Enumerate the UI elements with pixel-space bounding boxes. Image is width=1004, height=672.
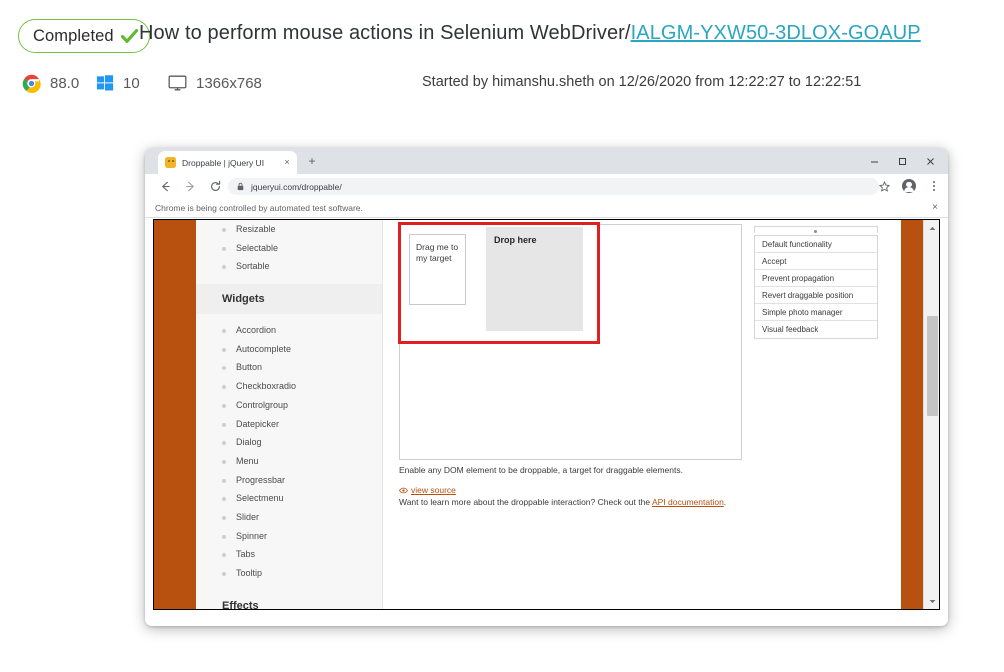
- page-title: How to perform mouse actions in Selenium…: [139, 22, 921, 45]
- demo-more-suffix: .: [723, 497, 727, 507]
- automation-infobar: Chrome is being controlled by automated …: [145, 199, 948, 218]
- demo-column: Drag me to my target Drop here Enable an…: [383, 220, 906, 609]
- window-controls: [860, 148, 944, 174]
- demo-description: Enable any DOM element to be droppable, …: [399, 465, 683, 475]
- sidebar-item-selectable[interactable]: Selectable: [196, 239, 382, 258]
- draggable-element[interactable]: Drag me to my target: [409, 234, 466, 305]
- scroll-up-arrow-icon[interactable]: [924, 220, 939, 236]
- browser-tab[interactable]: Droppable | jQuery UI ×: [158, 151, 297, 174]
- windows-icon: [96, 75, 114, 91]
- demo-list-item-prevent-propagation[interactable]: Prevent propagation: [755, 270, 877, 287]
- sidebar-item-selectmenu[interactable]: Selectmenu: [196, 489, 382, 508]
- minimize-icon[interactable]: [860, 148, 888, 174]
- view-source-label: view source: [411, 485, 456, 495]
- status-badge: Completed: [18, 19, 150, 53]
- started-by-text: Started by himanshu.sheth on 12/26/2020 …: [422, 74, 862, 90]
- sidebar-item-datepicker[interactable]: Datepicker: [196, 415, 382, 434]
- demo-list-item-default-functionality[interactable]: Default functionality: [755, 236, 877, 253]
- browser-version: 88.0: [50, 74, 80, 92]
- close-icon[interactable]: [916, 148, 944, 174]
- droppable-target[interactable]: Drop here: [486, 227, 583, 331]
- sidebar-heading-widgets: Widgets: [196, 284, 382, 315]
- sidebar-item-checkboxradio[interactable]: Checkboxradio: [196, 377, 382, 396]
- site-sidebar: Resizable Selectable Sortable Widgets Ac…: [196, 220, 383, 609]
- check-icon: [120, 28, 138, 43]
- jquery-ui-favicon: [165, 157, 176, 168]
- sidebar-item-accordion[interactable]: Accordion: [196, 321, 382, 340]
- api-documentation-link[interactable]: API documentation: [652, 497, 724, 507]
- maximize-icon[interactable]: [888, 148, 916, 174]
- profile-avatar-icon[interactable]: [901, 177, 917, 195]
- tab-close-icon[interactable]: ×: [282, 158, 292, 167]
- kebab-menu-icon[interactable]: [926, 177, 942, 195]
- reload-icon[interactable]: [204, 176, 226, 198]
- sidebar-item-autocomplete[interactable]: Autocomplete: [196, 340, 382, 359]
- run-id-link[interactable]: IALGM-YXW50-3DLOX-GOAUP: [631, 22, 921, 44]
- sidebar-item-tooltip[interactable]: Tooltip: [196, 564, 382, 583]
- demo-more-text: Want to learn more about the droppable i…: [399, 497, 749, 509]
- os-version: 10: [123, 74, 140, 92]
- scroll-down-arrow-icon[interactable]: [924, 593, 939, 609]
- left-orange-stripe: [154, 220, 196, 609]
- back-arrow-icon[interactable]: [154, 176, 176, 198]
- demo-iframe: Drag me to my target Drop here: [399, 224, 742, 460]
- star-icon[interactable]: [876, 177, 892, 195]
- demo-list-item-accept[interactable]: Accept: [755, 253, 877, 270]
- sidebar-item-controlgroup[interactable]: Controlgroup: [196, 396, 382, 415]
- sidebar-item-tabs[interactable]: Tabs: [196, 545, 382, 564]
- browser-window-screenshot: Droppable | jQuery UI × + jqueryui.com/d…: [145, 148, 948, 626]
- sidebar-item-progressbar[interactable]: Progressbar: [196, 471, 382, 490]
- sidebar-item-menu[interactable]: Menu: [196, 452, 382, 471]
- browser-tab-title: Droppable | jQuery UI: [182, 157, 265, 168]
- chrome-icon: [22, 74, 41, 93]
- url-text: jqueryui.com/droppable/: [251, 181, 342, 192]
- demo-variations-list: Default functionality Accept Prevent pro…: [754, 235, 878, 339]
- monitor-icon: [168, 75, 187, 90]
- run-title-text: How to perform mouse actions in Selenium…: [139, 22, 631, 44]
- page-viewport: Resizable Selectable Sortable Widgets Ac…: [153, 219, 940, 610]
- meta-browser: 88.0: [22, 68, 79, 98]
- automation-infobar-message: Chrome is being controlled by automated …: [155, 203, 363, 213]
- sidebar-item-resizable[interactable]: Resizable: [196, 220, 382, 239]
- sidebar-item-sortable[interactable]: Sortable: [196, 257, 382, 276]
- status-badge-label: Completed: [33, 26, 114, 45]
- sidebar-item-button[interactable]: Button: [196, 358, 382, 377]
- eye-icon: [399, 487, 408, 493]
- sidebar-heading-effects: Effects: [222, 599, 259, 610]
- sidebar-item-slider[interactable]: Slider: [196, 508, 382, 527]
- address-bar[interactable]: jqueryui.com/droppable/: [228, 178, 879, 195]
- demo-list-item-visual-feedback[interactable]: Visual feedback: [755, 321, 877, 338]
- demo-list-item-simple-photo-manager[interactable]: Simple photo manager: [755, 304, 877, 321]
- view-source-link[interactable]: view source: [399, 485, 456, 495]
- sidebar-item-dialog[interactable]: Dialog: [196, 433, 382, 452]
- page-scrollbar[interactable]: [923, 220, 939, 609]
- new-tab-button[interactable]: +: [305, 155, 319, 167]
- browser-toolbar: jqueryui.com/droppable/: [145, 174, 948, 199]
- infobar-close-icon[interactable]: ×: [932, 203, 938, 213]
- forward-arrow-icon[interactable]: [179, 176, 201, 198]
- resolution-value: 1366x768: [196, 74, 262, 92]
- meta-os: 10: [96, 68, 140, 98]
- scrollbar-thumb[interactable]: [926, 316, 938, 416]
- demo-list-top-edge: [754, 226, 878, 233]
- lock-icon: [237, 182, 244, 191]
- meta-resolution: 1366x768: [168, 68, 262, 98]
- browser-tab-strip: Droppable | jQuery UI × +: [145, 148, 948, 174]
- demo-more-prefix: Want to learn more about the droppable i…: [399, 497, 652, 507]
- sidebar-item-spinner[interactable]: Spinner: [196, 527, 382, 546]
- run-header: Completed How to perform mouse actions i…: [0, 0, 1004, 110]
- demo-list-item-revert-draggable-position[interactable]: Revert draggable position: [755, 287, 877, 304]
- toolbar-right-icons: [876, 177, 942, 195]
